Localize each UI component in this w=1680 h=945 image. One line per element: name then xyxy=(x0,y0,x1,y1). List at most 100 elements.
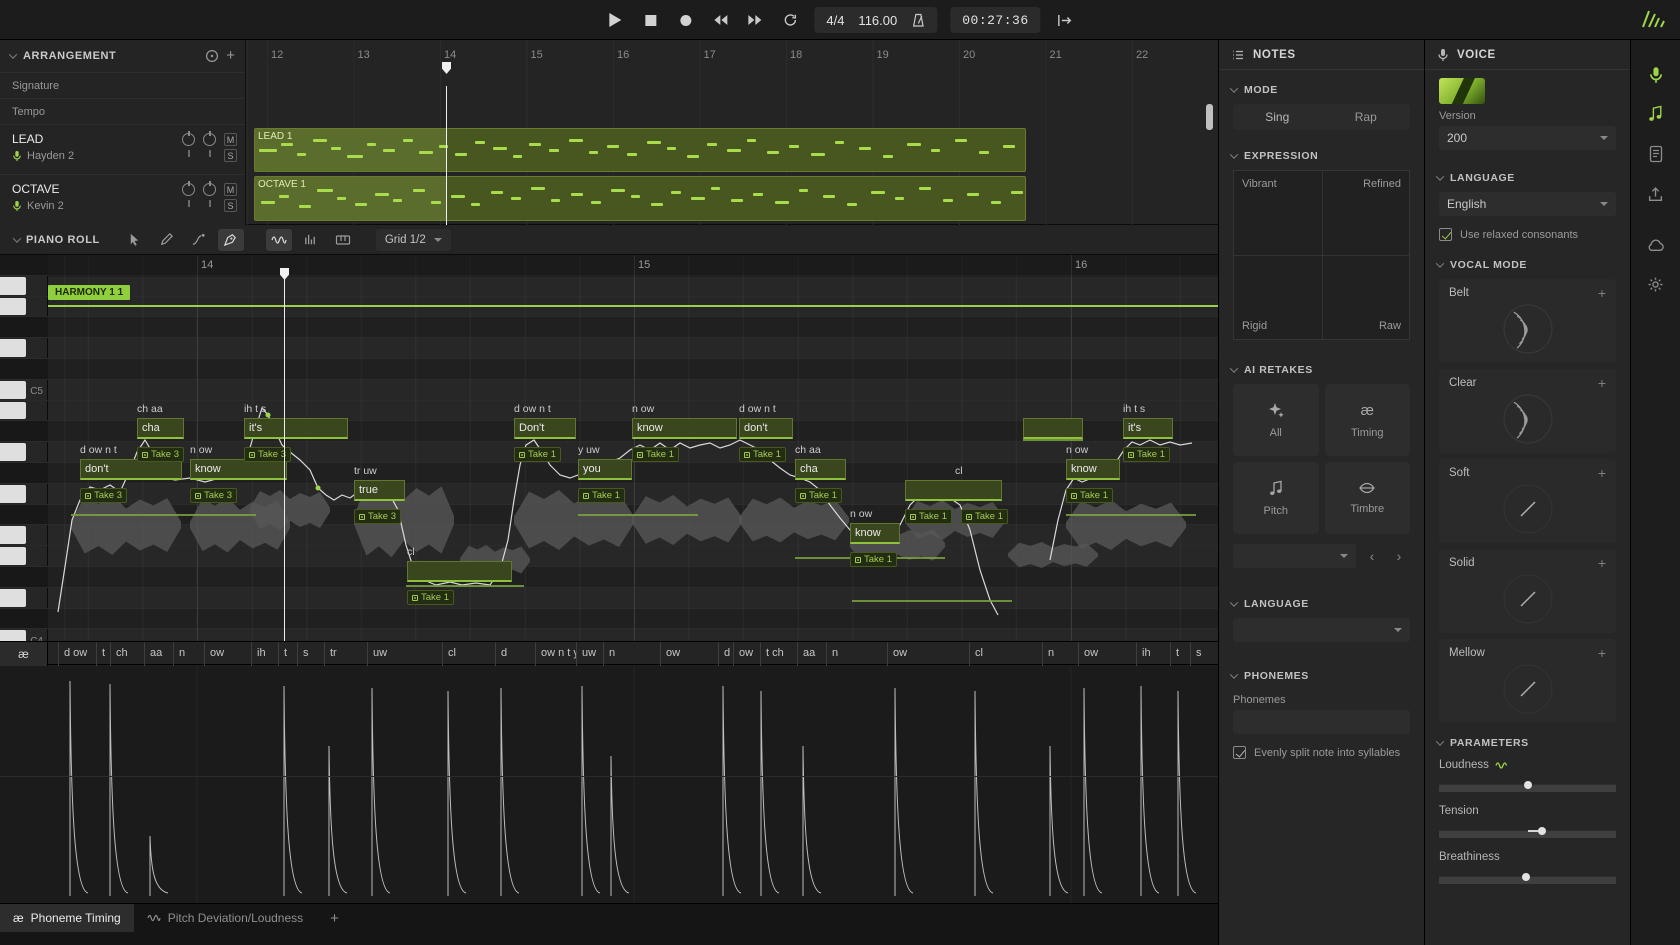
time-signature[interactable]: 4/4 xyxy=(826,13,844,28)
phonemes-section-header[interactable]: PHONEMES xyxy=(1231,670,1412,682)
phoneme-segment[interactable]: aa xyxy=(797,642,826,666)
tempo-value[interactable]: 116.00 xyxy=(858,13,897,28)
note-phoneme-label[interactable]: d ow n t xyxy=(80,444,117,456)
take-badge[interactable]: Take 3 xyxy=(137,447,184,462)
phoneme-segment[interactable]: cl xyxy=(969,642,1042,666)
take-badge[interactable]: Take 3 xyxy=(190,488,237,503)
solo-button[interactable]: S xyxy=(224,199,237,212)
take-badge[interactable]: Take 1 xyxy=(578,488,625,503)
black-key[interactable] xyxy=(0,255,48,276)
black-key[interactable] xyxy=(0,317,48,338)
loudness-slider[interactable] xyxy=(1439,780,1616,789)
note-phoneme-label[interactable]: d ow n t xyxy=(739,403,776,415)
loop-button[interactable] xyxy=(779,9,801,31)
piano-roll-ruler[interactable]: 141516 xyxy=(48,255,1218,277)
vocal-mode-section-header[interactable]: VOCAL MODE xyxy=(1437,259,1618,271)
piano-roll[interactable]: 141516 chach aaTake 3don'td ow n tTake 3… xyxy=(0,255,1218,641)
note-phoneme-label[interactable]: n ow xyxy=(850,508,872,520)
record-button[interactable] xyxy=(674,9,696,31)
add-tab-button[interactable]: + xyxy=(316,904,353,932)
belt-knob[interactable] xyxy=(1500,301,1556,357)
track-lead[interactable]: LEAD Hayden 2 M S xyxy=(0,124,245,174)
gain-knob[interactable] xyxy=(203,183,216,196)
add-mode-icon[interactable]: + xyxy=(1598,468,1606,478)
white-key[interactable] xyxy=(0,276,48,297)
take-badge[interactable]: Take 1 xyxy=(850,552,897,567)
tempo-row[interactable]: Tempo xyxy=(0,98,245,124)
phoneme-segment[interactable]: n xyxy=(1042,642,1078,666)
keyboard-toggle[interactable] xyxy=(330,229,356,251)
mode-section-header[interactable]: MODE xyxy=(1231,84,1412,96)
version-select[interactable]: 200 xyxy=(1439,126,1616,150)
note-phoneme-label[interactable]: ih t s xyxy=(244,403,266,415)
take-badge[interactable]: Take 1 xyxy=(961,509,1008,524)
piano-roll-note[interactable]: know xyxy=(1066,459,1120,480)
add-mode-icon[interactable]: + xyxy=(1598,648,1606,658)
relaxed-consonants-checkbox-row[interactable]: Use relaxed consonants xyxy=(1439,228,1616,241)
black-key[interactable] xyxy=(0,567,48,588)
piano-roll-note[interactable]: you xyxy=(578,459,632,480)
grid-select[interactable]: Grid 1/2 xyxy=(376,229,451,251)
phoneme-segment[interactable]: n xyxy=(173,642,204,666)
black-key[interactable] xyxy=(0,609,48,630)
pan-knob[interactable] xyxy=(182,133,195,146)
phoneme-segment[interactable]: ow xyxy=(204,642,251,666)
note-language-select[interactable] xyxy=(1233,618,1410,642)
mute-button[interactable]: M xyxy=(224,133,237,146)
white-key[interactable] xyxy=(0,588,48,609)
expression-xy-pad[interactable]: Vibrant Refined Rigid Raw xyxy=(1233,170,1410,340)
evenly-split-checkbox-row[interactable]: Evenly split note into syllables xyxy=(1233,746,1410,759)
white-key[interactable] xyxy=(0,338,48,359)
take-badge[interactable]: Take 1 xyxy=(905,509,952,524)
black-key[interactable] xyxy=(0,421,48,442)
note-phoneme-label[interactable]: ch aa xyxy=(795,444,821,456)
phoneme-segment[interactable]: d xyxy=(718,642,733,666)
phoneme-segment[interactable]: d xyxy=(495,642,535,666)
take-badge[interactable]: Take 1 xyxy=(632,447,679,462)
take-badge[interactable]: Take 1 xyxy=(795,488,842,503)
note-phoneme-label[interactable]: d ow n t xyxy=(514,403,551,415)
lyrics-tab-icon[interactable] xyxy=(1645,143,1667,165)
slider-thumb[interactable] xyxy=(1524,781,1532,789)
phoneme-segment[interactable]: s xyxy=(297,642,324,666)
phoneme-segment[interactable]: t ch xyxy=(760,642,797,666)
track-octave[interactable]: OCTAVE Kevin 2 M S xyxy=(0,174,245,224)
take-badge[interactable]: Take 1 xyxy=(1123,447,1170,462)
arrangement-playhead[interactable] xyxy=(446,86,447,225)
phoneme-segment[interactable]: ch xyxy=(110,642,144,666)
piano-roll-note[interactable] xyxy=(407,561,512,582)
pen-tool[interactable] xyxy=(218,229,244,251)
tab-pitch-deviation[interactable]: Pitch Deviation/Loudness xyxy=(134,904,316,932)
slider-thumb[interactable] xyxy=(1522,873,1530,881)
piano-roll-note[interactable]: it's xyxy=(1123,418,1173,439)
phonemes-input[interactable] xyxy=(1233,710,1410,734)
black-key[interactable] xyxy=(0,463,48,484)
clip-octave-1[interactable]: OCTAVE 1 xyxy=(254,176,1026,221)
language-section-header[interactable]: LANGUAGE xyxy=(1231,598,1412,610)
white-key[interactable] xyxy=(0,525,48,546)
metronome-icon[interactable] xyxy=(911,13,925,28)
info-icon[interactable] xyxy=(205,49,219,63)
rewind-button[interactable] xyxy=(709,9,731,31)
piano-roll-note[interactable] xyxy=(1023,418,1083,439)
phoneme-segment[interactable]: ow n t y xyxy=(535,642,576,666)
arrangement-header[interactable]: ARRANGEMENT + xyxy=(0,40,245,72)
take-badge[interactable]: Take 3 xyxy=(80,488,127,503)
play-button[interactable] xyxy=(604,9,626,31)
retake-select[interactable] xyxy=(1233,544,1356,568)
white-key[interactable] xyxy=(0,484,48,505)
phoneme-segment[interactable]: tr xyxy=(324,642,367,666)
take-badge[interactable]: Take 1 xyxy=(739,447,786,462)
take-badge[interactable]: Take 1 xyxy=(407,590,454,605)
group-label[interactable]: HARMONY 1 1 xyxy=(48,285,130,300)
voice-tab-icon[interactable] xyxy=(1645,64,1667,86)
note-phoneme-label[interactable]: y uw xyxy=(578,444,600,456)
settings-tab-icon[interactable] xyxy=(1645,273,1667,295)
voice-language-select[interactable]: English xyxy=(1439,192,1616,216)
piano-roll-note[interactable]: know xyxy=(632,418,737,439)
mode-rap-button[interactable]: Rap xyxy=(1322,104,1411,130)
phoneme-segment[interactable]: t xyxy=(96,642,110,666)
mute-button[interactable]: M xyxy=(224,183,237,196)
phoneme-segment[interactable]: uw xyxy=(576,642,603,666)
select-tool[interactable] xyxy=(122,229,148,251)
